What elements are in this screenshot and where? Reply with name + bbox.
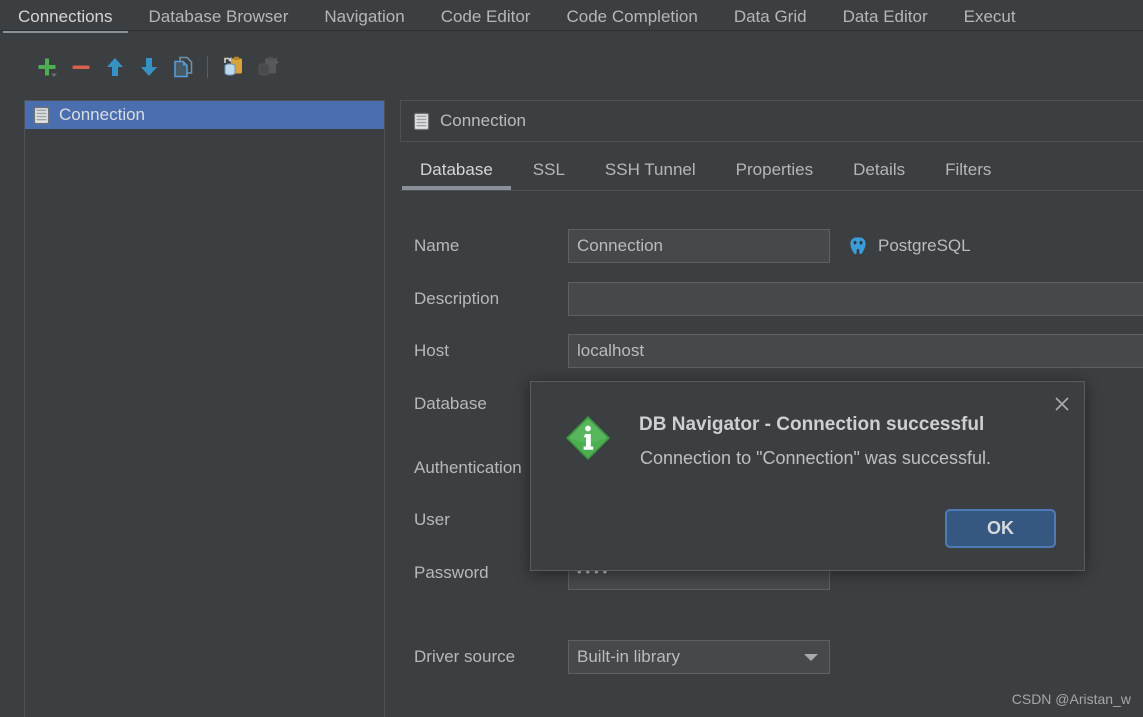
description-label: Description (414, 289, 500, 308)
close-icon (1055, 397, 1069, 411)
tab-ssh-tunnel-label: SSH Tunnel (604, 160, 696, 179)
tab-data-grid[interactable]: Data Grid (716, 0, 825, 31)
database-icon (33, 106, 50, 124)
connections-toolbar (0, 33, 1143, 100)
tab-ssh-tunnel[interactable]: SSH Tunnel (585, 155, 716, 185)
tab-strip-divider (0, 30, 1143, 31)
arrow-down-icon (141, 57, 157, 76)
authentication-label: Authentication (414, 458, 522, 477)
tab-details-label: Details (853, 160, 906, 179)
settings-tab-strip: Connections Database Browser Navigation … (0, 0, 1143, 35)
tab-code-editor[interactable]: Code Editor (423, 0, 549, 31)
connection-successful-dialog: DB Navigator - Connection successful Con… (530, 381, 1085, 571)
close-button[interactable] (1050, 392, 1074, 416)
duplicate-connection-button[interactable] (166, 50, 200, 84)
connection-settings-tabs: Database SSL SSH Tunnel Properties Detai… (400, 155, 1143, 191)
connections-list-panel: Connection (24, 100, 385, 717)
postgresql-icon (850, 237, 866, 255)
watermark: CSDN @Aristan_w (1011, 691, 1131, 707)
field-row-name: Name Connection PostgreSQL (400, 229, 1143, 263)
toolbar-separator (207, 55, 208, 78)
page-title: Connection (440, 111, 527, 130)
tab-database[interactable]: Database (400, 155, 513, 190)
database-name-label: Database (414, 394, 487, 413)
database-type-indicator: PostgreSQL (847, 229, 971, 263)
tab-execution-engine-label: Execut (963, 7, 1016, 26)
tab-properties[interactable]: Properties (716, 155, 833, 185)
add-connection-button[interactable] (30, 50, 64, 84)
move-up-button[interactable] (98, 50, 132, 84)
driver-source-label: Driver source (414, 647, 516, 666)
import-connection-button[interactable] (251, 50, 285, 84)
copy-icon (174, 56, 193, 77)
tab-code-completion-label: Code Completion (566, 7, 698, 26)
password-label: Password (414, 563, 489, 582)
tab-details[interactable]: Details (833, 155, 925, 185)
name-input[interactable]: Connection (568, 229, 830, 263)
database-type-label: PostgreSQL (878, 236, 971, 255)
host-label: Host (414, 341, 449, 360)
tab-navigation[interactable]: Navigation (306, 0, 422, 31)
field-row-driver-source: Driver source Built-in library (400, 640, 1143, 674)
tab-filters[interactable]: Filters (925, 155, 1011, 185)
arrow-up-icon (107, 57, 123, 76)
dialog-title: DB Navigator - Connection successful (639, 414, 985, 435)
move-down-button[interactable] (132, 50, 166, 84)
list-item[interactable]: Connection (25, 101, 384, 129)
field-row-description: Description (400, 282, 1143, 316)
host-input[interactable]: localhost (568, 334, 1143, 368)
ok-button[interactable]: OK (945, 509, 1056, 548)
tab-connections[interactable]: Connections (0, 0, 131, 35)
database-import-icon (258, 56, 279, 76)
description-input[interactable] (568, 282, 1143, 316)
connection-detail-header: Connection (400, 100, 1143, 142)
tab-filters-label: Filters (945, 160, 992, 179)
info-icon (565, 415, 611, 461)
tab-database-label: Database (420, 160, 493, 179)
database-export-icon (224, 56, 242, 76)
chevron-down-icon (804, 653, 818, 661)
minus-icon (72, 65, 90, 69)
field-row-host: Host localhost (400, 334, 1143, 368)
tab-ssl-label: SSL (532, 160, 565, 179)
plus-icon (38, 58, 57, 77)
dialog-message: Connection to "Connection" was successfu… (640, 448, 991, 468)
user-label: User (414, 510, 450, 529)
list-item-label: Connection (59, 105, 146, 124)
tab-properties-label: Properties (735, 160, 814, 179)
tab-data-editor[interactable]: Data Editor (825, 0, 946, 31)
tab-ssl[interactable]: SSL (513, 155, 585, 185)
sub-tabs-divider (400, 190, 1143, 191)
tab-data-grid-label: Data Grid (733, 7, 807, 26)
tab-code-completion[interactable]: Code Completion (548, 0, 715, 31)
remove-connection-button[interactable] (64, 50, 98, 84)
tab-navigation-label: Navigation (324, 7, 405, 26)
tab-code-editor-label: Code Editor (440, 7, 531, 26)
tab-execution-engine[interactable]: Execut (946, 0, 1034, 31)
tab-connections-label: Connections (18, 7, 113, 26)
driver-source-value: Built-in library (577, 647, 680, 666)
tab-data-editor-label: Data Editor (842, 7, 928, 26)
driver-source-select[interactable]: Built-in library (568, 640, 830, 674)
database-icon (413, 112, 430, 130)
export-connection-button[interactable] (217, 50, 251, 84)
tab-database-browser[interactable]: Database Browser (131, 0, 307, 31)
tab-database-browser-label: Database Browser (148, 7, 289, 26)
name-label: Name (414, 236, 460, 255)
